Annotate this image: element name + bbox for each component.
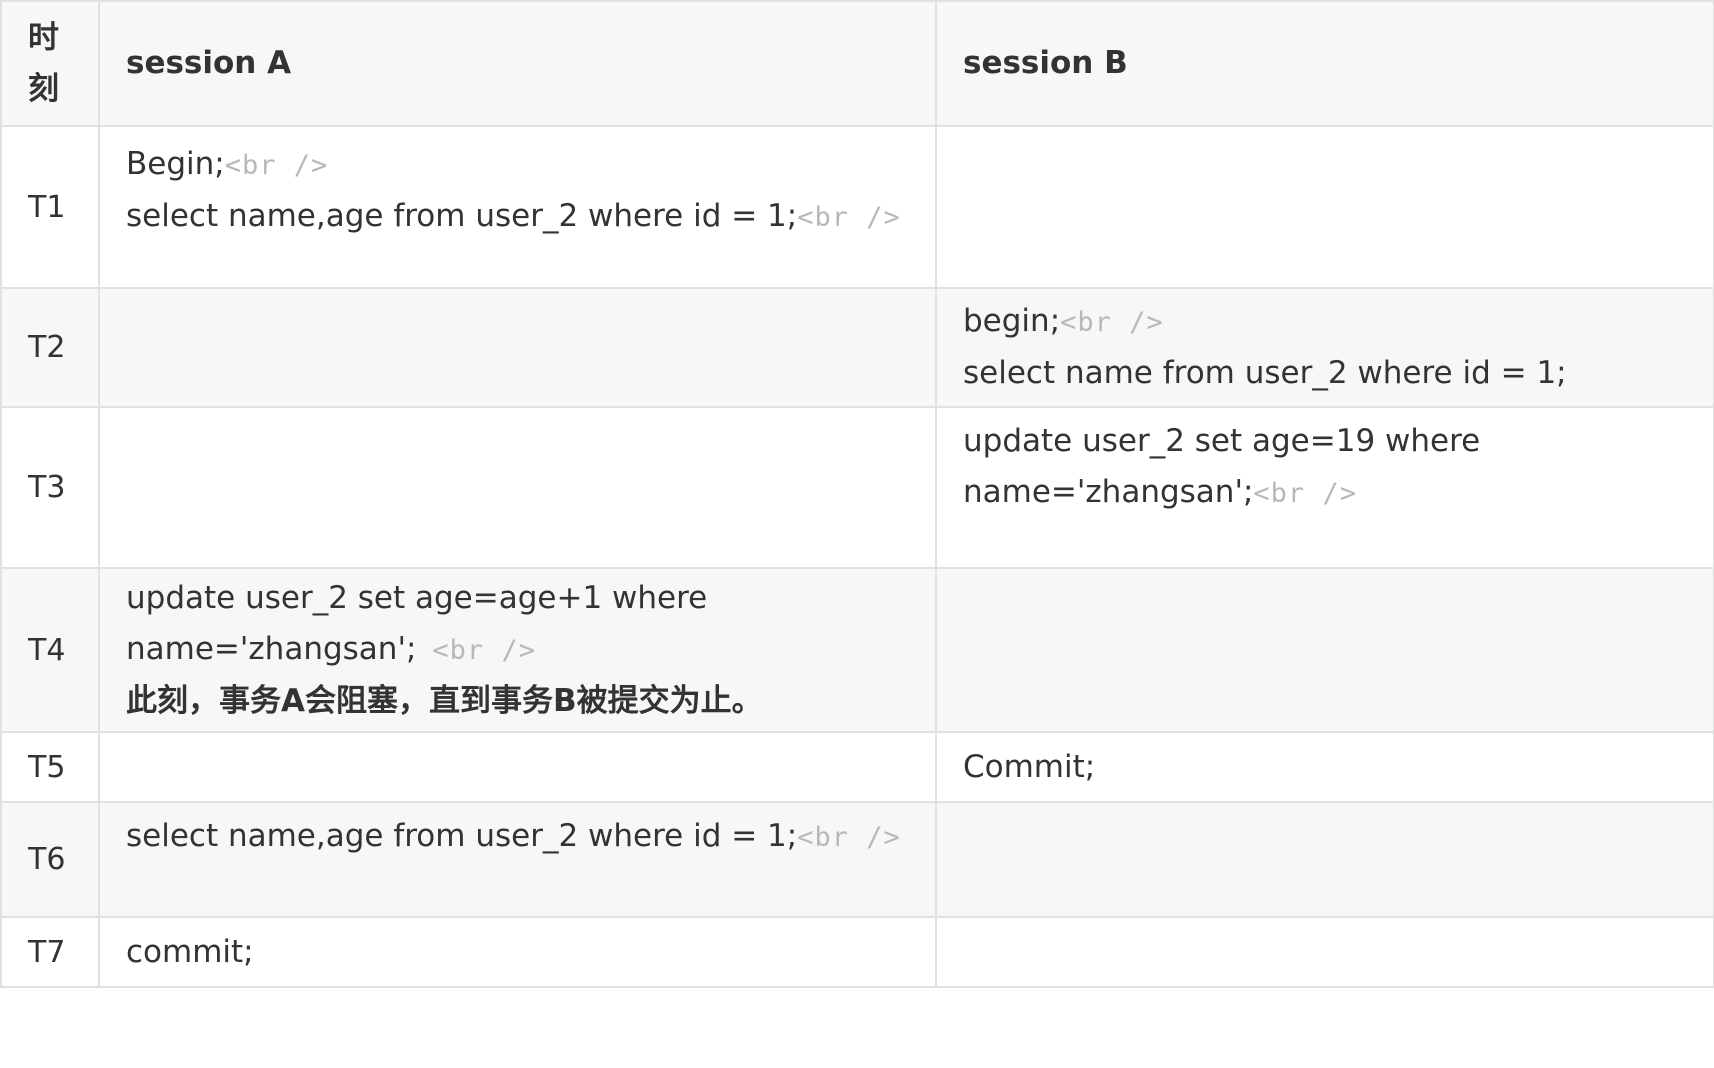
time-cell: T4 — [0, 567, 100, 733]
sql-line: commit; — [126, 933, 254, 970]
time-cell: T7 — [0, 916, 100, 988]
table-row: T2 begin;<br /> select name from user_2 … — [0, 287, 1714, 408]
sql-line: Commit; — [963, 748, 1096, 785]
header-session-b: session B — [935, 0, 1714, 127]
sql-line: update user_2 set age=age+1 where — [126, 580, 708, 616]
header-time-line2: 刻 — [28, 70, 59, 107]
session-b-cell — [935, 801, 1714, 918]
blocking-note: 此刻，事务A会阻塞，直到事务B被提交为止。 — [126, 683, 763, 719]
sql-line: name='zhangsan';<br /> — [126, 631, 536, 667]
br-tag: <br /> — [1253, 478, 1357, 509]
session-b-cell: Commit; — [935, 731, 1714, 803]
session-b-cell — [935, 125, 1714, 289]
sql-line: Begin;<br /> — [126, 146, 329, 182]
br-tag: <br /> — [797, 202, 901, 233]
header-time: 时 刻 — [0, 0, 100, 127]
session-a-cell: select name,age from user_2 where id = 1… — [98, 801, 937, 918]
time-cell: T3 — [0, 406, 100, 569]
session-b-cell: begin;<br /> select name from user_2 whe… — [935, 287, 1714, 408]
sql-line: select name,age from user_2 where id = 1… — [126, 818, 901, 854]
br-tag: <br /> — [432, 635, 536, 666]
session-b-cell — [935, 567, 1714, 733]
session-b-cell: update user_2 set age=19 where name='zha… — [935, 406, 1714, 569]
table-row: T3 update user_2 set age=19 where name='… — [0, 406, 1714, 569]
session-a-cell — [98, 406, 937, 569]
table-row: T1 Begin;<br /> select name,age from use… — [0, 125, 1714, 289]
time-cell: T2 — [0, 287, 100, 408]
table-row: T7 commit; — [0, 916, 1714, 988]
header-row: 时 刻 session A session B — [0, 0, 1714, 127]
session-a-cell — [98, 287, 937, 408]
header-time-line1: 时 — [28, 19, 59, 56]
time-cell: T6 — [0, 801, 100, 918]
header-session-a: session A — [98, 0, 937, 127]
sql-line: name='zhangsan';<br /> — [963, 474, 1357, 510]
table-row: T4 update user_2 set age=age+1 where nam… — [0, 567, 1714, 733]
table-row: T5 Commit; — [0, 731, 1714, 803]
session-a-cell: Begin;<br /> select name,age from user_2… — [98, 125, 937, 289]
br-tag: <br /> — [1060, 307, 1164, 338]
table-row: T6 select name,age from user_2 where id … — [0, 801, 1714, 918]
time-cell: T1 — [0, 125, 100, 289]
br-tag: <br /> — [797, 822, 901, 853]
session-a-cell: commit; — [98, 916, 937, 988]
session-a-cell — [98, 731, 937, 803]
session-a-cell: update user_2 set age=age+1 where name='… — [98, 567, 937, 733]
session-timeline-table: 时 刻 session A session B T1 Begin;<br /> … — [0, 0, 1714, 988]
sql-line: select name from user_2 where id = 1; — [963, 355, 1567, 391]
time-cell: T5 — [0, 731, 100, 803]
session-b-cell — [935, 916, 1714, 988]
sql-line: begin;<br /> — [963, 303, 1164, 339]
sql-line: update user_2 set age=19 where — [963, 423, 1481, 459]
br-tag: <br /> — [224, 150, 329, 181]
sql-line: select name,age from user_2 where id = 1… — [126, 198, 901, 234]
